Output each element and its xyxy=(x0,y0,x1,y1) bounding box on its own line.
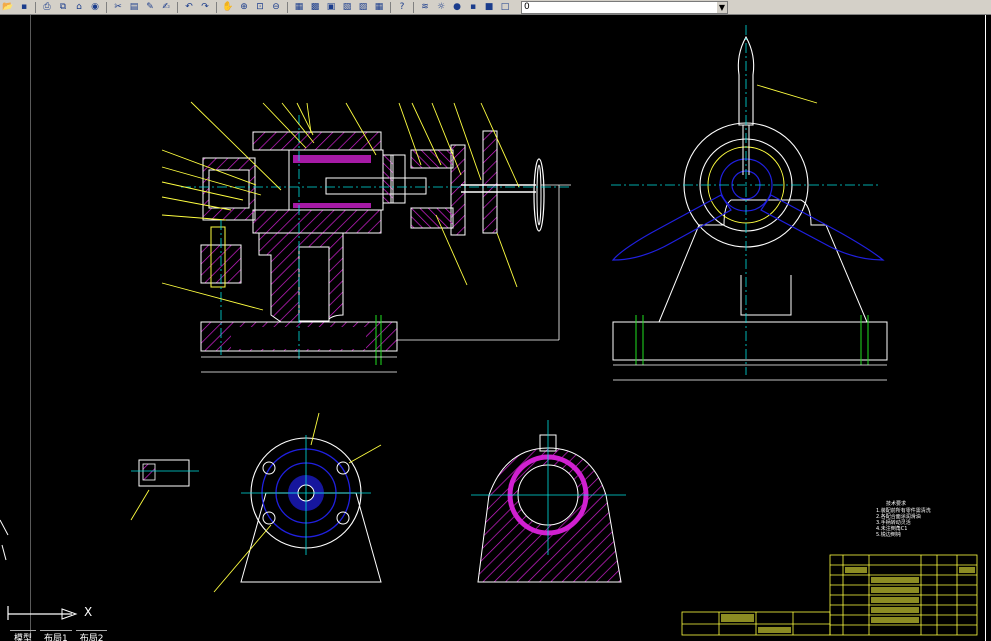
design-center-icon[interactable]: ▩ xyxy=(308,2,322,13)
notes-title: 技术要求 xyxy=(886,500,906,507)
tab-layout-2[interactable]: 布局2 xyxy=(75,630,108,641)
globe-icon[interactable]: ◉ xyxy=(88,2,102,13)
bulb-icon[interactable]: ☼ xyxy=(434,2,448,13)
standard-toolbar: 📂 ▪ ⎙ ⧉ ⌂ ◉ ✂ ▤ ✎ ✍ ↶ ↷ ✋ ⊕ ⊡ ⊖ ▦ ▩ ▣ ▧ ▨ ▦? ≋ ☼ ● ▪ ■ □ 0 ▼ xyxy=(0,0,991,15)
toolbar-separator xyxy=(390,1,391,13)
copy-icon[interactable]: ⧉ xyxy=(56,2,70,13)
open-icon[interactable]: 📂 xyxy=(1,2,15,13)
calculator-icon[interactable]: ▦ xyxy=(372,2,386,13)
front-section-view xyxy=(161,101,571,373)
tab-layout-1[interactable]: 布局1 xyxy=(40,630,72,641)
redo-icon[interactable]: ↷ xyxy=(198,2,212,13)
print-icon[interactable]: ⎙ xyxy=(40,2,54,13)
layer-zero-icon[interactable]: □ xyxy=(498,2,512,13)
detail-view xyxy=(130,459,199,521)
tool-palette-icon[interactable]: ▣ xyxy=(324,2,338,13)
undo-icon[interactable]: ↶ xyxy=(182,2,196,13)
left-bar-art xyxy=(0,519,9,561)
toolbar-separator xyxy=(177,1,178,13)
help-icon[interactable]: ? xyxy=(395,2,409,13)
bottom-top-view xyxy=(213,412,382,593)
toolbar-separator xyxy=(413,1,414,13)
side-view xyxy=(611,25,888,381)
toolbar-separator xyxy=(106,1,107,13)
bottom-side-section xyxy=(471,420,626,583)
pan-icon[interactable]: ✋ xyxy=(221,2,235,13)
notes-line-4: 4.未注倒角C1 xyxy=(876,525,907,532)
layout-tabs: 模型 布局1 布局2 xyxy=(10,630,108,641)
cut-icon[interactable]: ✂ xyxy=(111,2,125,13)
zoom-previous-icon[interactable]: ⊖ xyxy=(269,2,283,13)
notes-line-1: 1.装配前所有零件需清洗 xyxy=(876,507,931,514)
left-margin xyxy=(0,15,31,641)
properties-icon[interactable]: ▦ xyxy=(292,2,306,13)
sun-icon[interactable]: ● xyxy=(450,2,464,13)
ucs-icon xyxy=(7,606,78,620)
layer-manager-icon[interactable]: ≋ xyxy=(418,2,432,13)
notes-line-3: 3.手柄转动灵活 xyxy=(876,519,911,526)
lock-icon[interactable]: ▪ xyxy=(466,2,480,13)
brush-icon[interactable]: ✎ xyxy=(143,2,157,13)
layer-dropdown[interactable]: 0 ▼ xyxy=(521,0,728,14)
notes-line-2: 2.各配合面涂润滑油 xyxy=(876,513,921,520)
paste-icon[interactable]: ⌂ xyxy=(72,2,86,13)
toolbar-separator xyxy=(216,1,217,13)
match-icon[interactable]: ✍ xyxy=(159,2,173,13)
parts-list-table xyxy=(681,554,978,636)
chevron-down-icon[interactable]: ▼ xyxy=(717,1,727,13)
vertical-scrollbar[interactable] xyxy=(985,15,991,641)
sheet-set-icon[interactable]: ▧ xyxy=(340,2,354,13)
toolbar-separator xyxy=(287,1,288,13)
tab-model[interactable]: 模型 xyxy=(10,630,37,641)
save-icon[interactable]: ▪ xyxy=(17,2,31,13)
zoom-realtime-icon[interactable]: ⊕ xyxy=(237,2,251,13)
technical-notes: 技术要求 1.装配前所有零件需清洗 2.各配合面涂润滑油 3.手柄转动灵活 4.… xyxy=(876,500,931,538)
layer-value: 0 xyxy=(524,2,530,12)
clipboard-icon[interactable]: ▤ xyxy=(127,2,141,13)
drawing-area[interactable]: 技术要求 1.装配前所有零件需清洗 2.各配合面涂润滑油 3.手柄转动灵活 4.… xyxy=(31,15,991,641)
markup-icon[interactable]: ▨ xyxy=(356,2,370,13)
color-square-icon[interactable]: ■ xyxy=(482,2,496,13)
zoom-window-icon[interactable]: ⊡ xyxy=(253,2,267,13)
toolbar-separator xyxy=(35,1,36,13)
notes-line-5: 5.锐边倒钝 xyxy=(876,531,901,538)
